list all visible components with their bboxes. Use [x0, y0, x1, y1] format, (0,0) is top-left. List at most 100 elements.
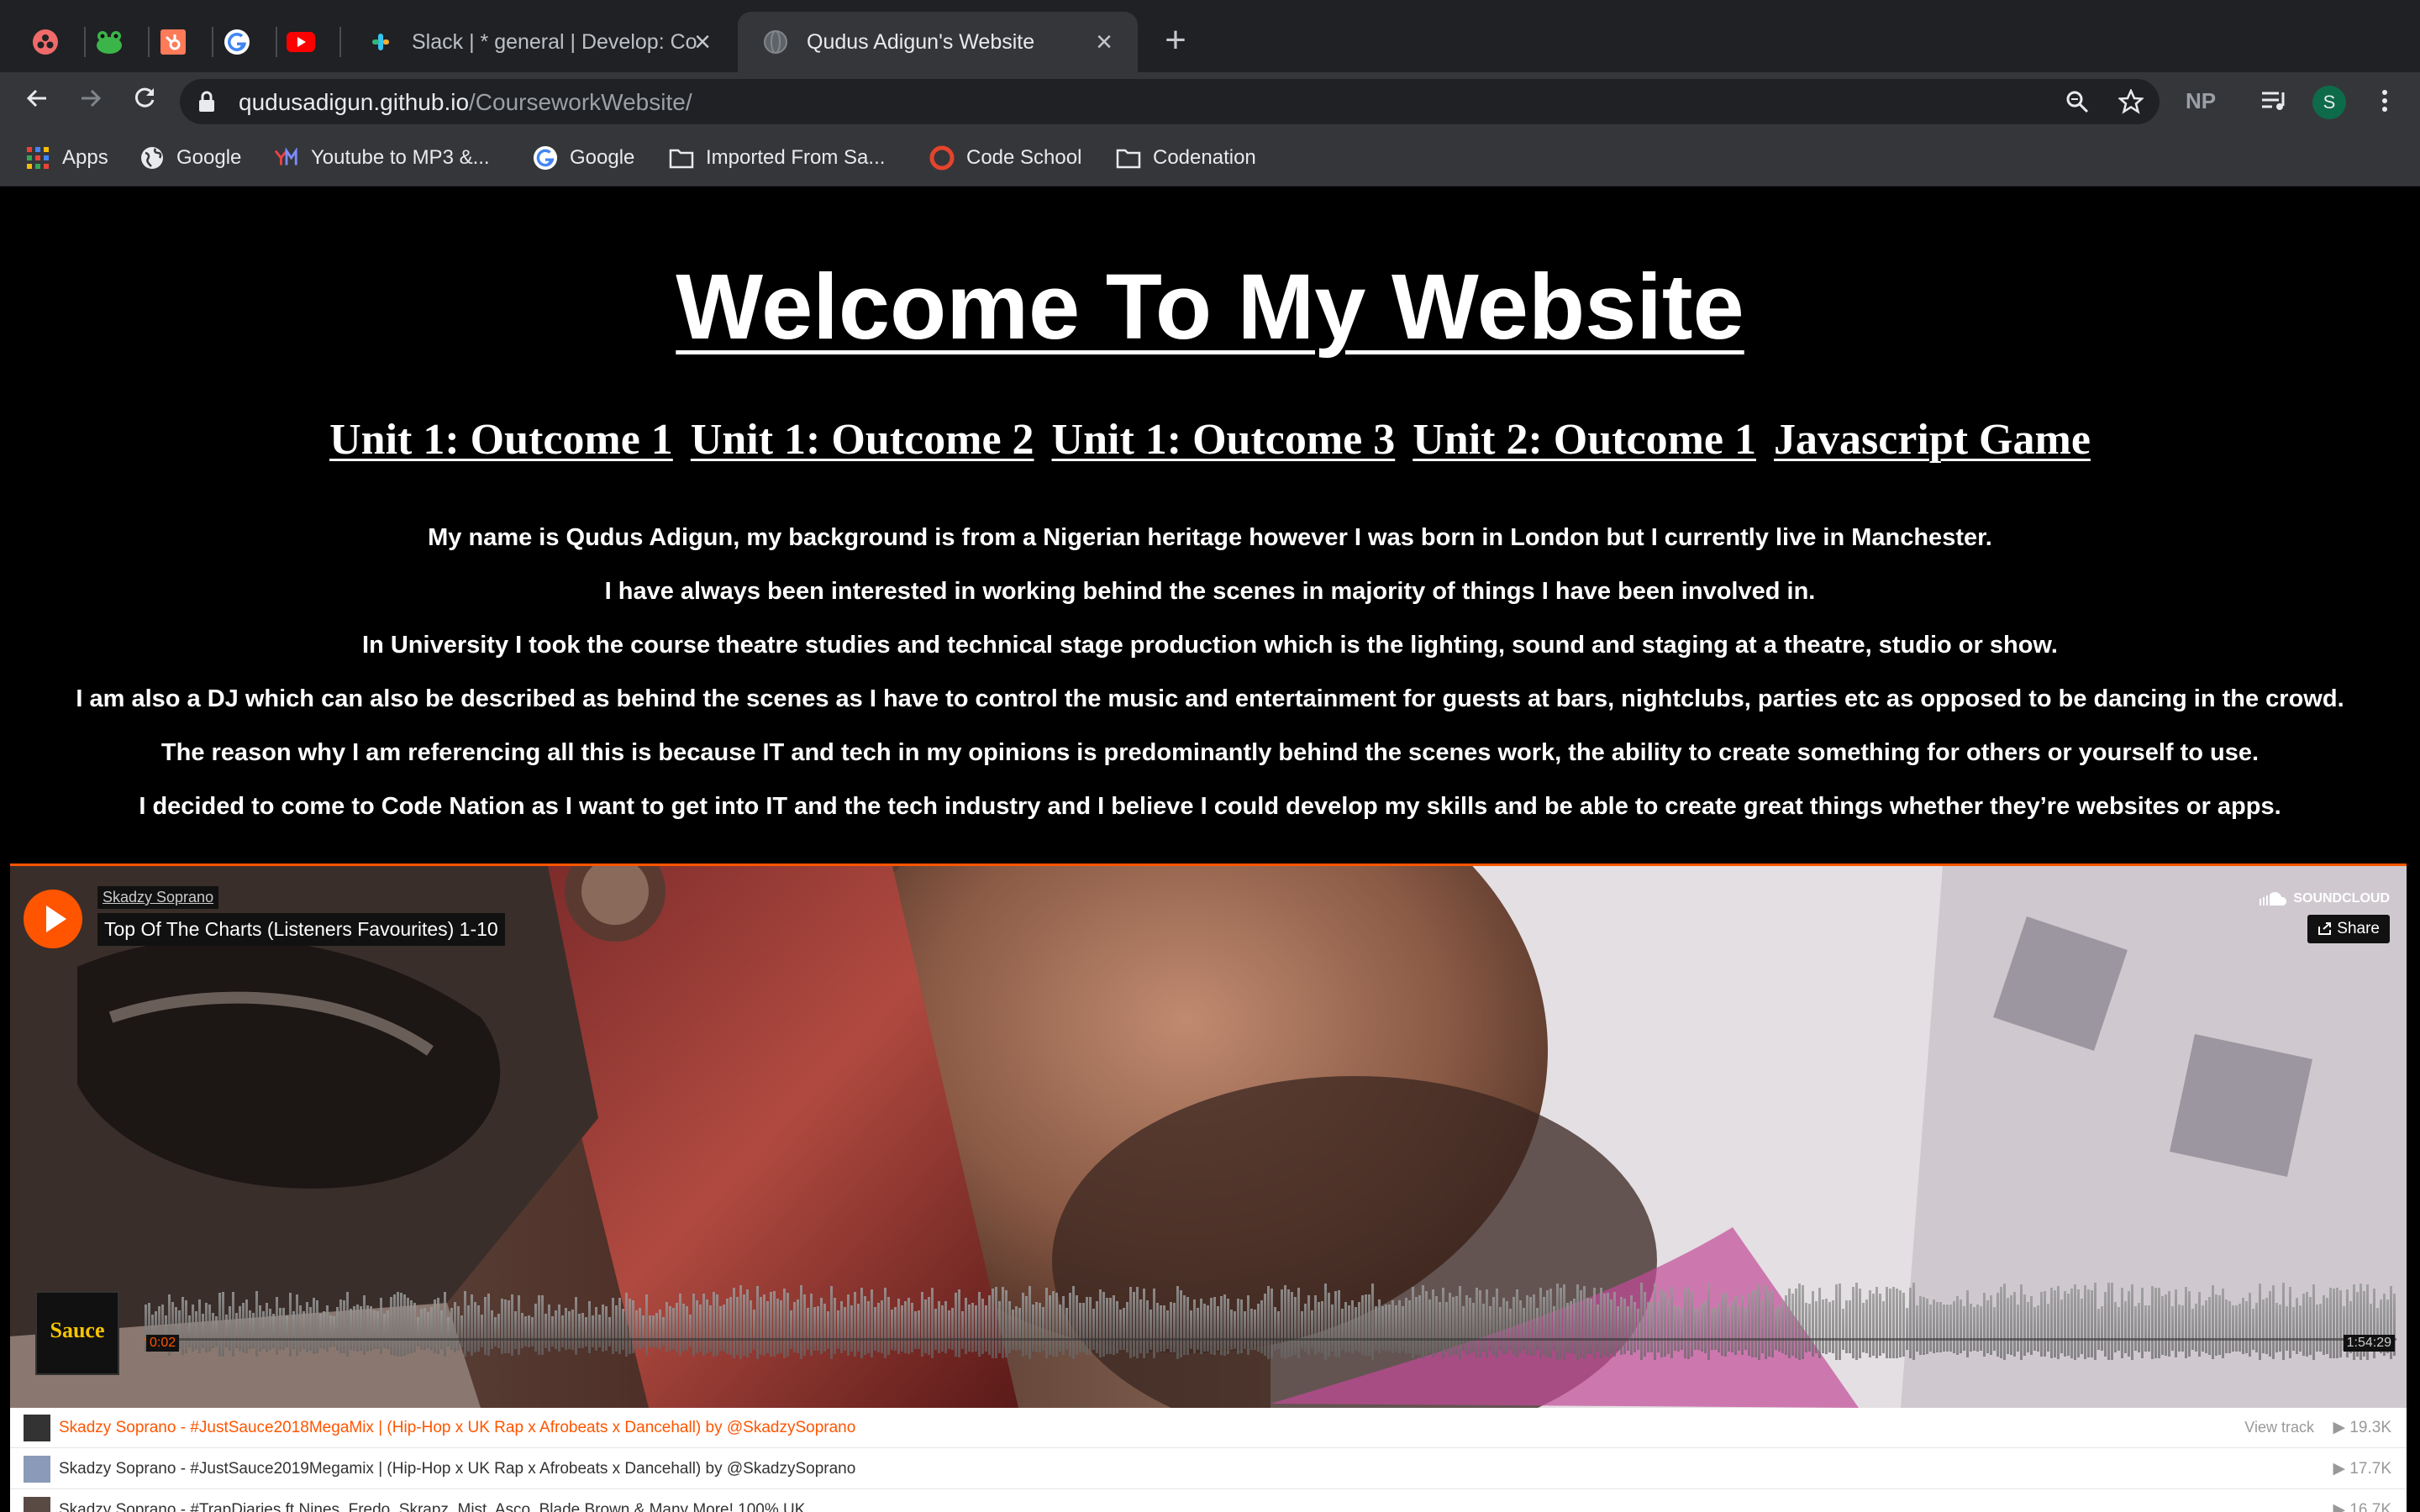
zoom-icon[interactable]: [2062, 87, 2092, 117]
track-artwork: Skadzy Soprano Top Of The Charts (Listen…: [10, 866, 2407, 1408]
pinned-tab-hubspot[interactable]: [153, 22, 193, 62]
waveform-bar: [649, 1315, 651, 1347]
bookmark-youtube-mp3[interactable]: Youtube to MP3 &...: [274, 141, 490, 175]
tab-slack[interactable]: Slack | * general | Develop: Code ×: [343, 12, 736, 72]
soundcloud-icon: [2260, 891, 2287, 906]
waveform-bar: [1270, 1289, 1273, 1358]
waveform-bar: [440, 1310, 443, 1349]
waveform-bar: [1361, 1295, 1364, 1355]
waveform-bar: [622, 1309, 624, 1350]
waveform-bar: [2202, 1305, 2204, 1352]
waveform-bar: [1170, 1302, 1172, 1352]
waveform-bar: [279, 1308, 281, 1350]
close-tab-icon[interactable]: ×: [1089, 27, 1119, 57]
waveform-bar: [2205, 1300, 2207, 1353]
waveform-bar: [353, 1306, 355, 1351]
waveform-bar: [198, 1299, 201, 1353]
waveform-bar: [1765, 1285, 1767, 1359]
waveform-bar: [1667, 1299, 1670, 1354]
playlist-row[interactable]: Skadzy Soprano - #JustSauce2019Megamix |…: [10, 1449, 2407, 1489]
waveform-bar: [1607, 1293, 1609, 1357]
waveform-bar: [1560, 1288, 1562, 1358]
bookmark-google-1[interactable]: Google: [139, 141, 241, 175]
pinned-tab-google[interactable]: [217, 22, 257, 62]
waveform-bar: [2282, 1283, 2285, 1360]
waveform-bar: [242, 1303, 245, 1352]
kebab-menu-icon[interactable]: [2368, 82, 2402, 119]
waveform-bar: [1654, 1284, 1656, 1360]
back-button[interactable]: [17, 81, 57, 121]
waveform-bar: [501, 1299, 503, 1354]
bookmark-apps[interactable]: Apps: [25, 141, 108, 175]
nav-link-unit2-outcome1[interactable]: Unit 2: Outcome 1: [1413, 416, 1756, 464]
bookmark-folder-imported[interactable]: Imported From Sa...: [669, 141, 885, 175]
waveform-bar: [1889, 1289, 1891, 1358]
waveform-bar: [1069, 1293, 1071, 1357]
waveform-bar: [195, 1311, 197, 1349]
waveform-bar: [1469, 1298, 1471, 1354]
reload-button[interactable]: [124, 81, 165, 121]
waveform-bar: [2272, 1285, 2275, 1359]
waveform-bar: [2067, 1294, 2070, 1356]
tab-qudus-website[interactable]: Qudus Adigun's Website ×: [738, 12, 1138, 72]
pinned-tab-youtube[interactable]: [281, 22, 321, 62]
waveform-bar: [2225, 1299, 2228, 1353]
nav-link-unit1-outcome1[interactable]: Unit 1: Outcome 1: [329, 416, 673, 464]
waveform-bar: [1536, 1308, 1539, 1350]
waveform-bar: [921, 1292, 923, 1357]
waveform-bar: [289, 1293, 292, 1357]
media-control-icon[interactable]: [2255, 82, 2292, 119]
waveform-bar: [212, 1313, 214, 1348]
reload-icon: [134, 87, 155, 108]
nav-link-unit1-outcome2[interactable]: Unit 1: Outcome 2: [691, 416, 1034, 464]
waveform-bar: [2296, 1298, 2298, 1354]
bookmark-star-icon[interactable]: [2116, 87, 2146, 117]
share-button[interactable]: Share: [2307, 915, 2390, 943]
profile-avatar[interactable]: S: [2312, 86, 2346, 119]
artist-link[interactable]: Skadzy Soprano: [97, 886, 219, 909]
waveform-bar: [430, 1307, 433, 1351]
play-button[interactable]: [24, 890, 82, 948]
close-tab-icon[interactable]: ×: [687, 27, 718, 57]
view-track-link[interactable]: View track: [2244, 1419, 2314, 1436]
nav-link-unit1-outcome3[interactable]: Unit 1: Outcome 3: [1052, 416, 1396, 464]
waveform-bar: [2286, 1306, 2288, 1351]
pinned-tab-asana[interactable]: [25, 22, 66, 62]
waveform-bar: [1176, 1286, 1179, 1359]
waveform-bar: [1862, 1303, 1865, 1352]
playlist-row[interactable]: Skadzy Soprano - #TrapDiaries ft Nines, …: [10, 1490, 2407, 1512]
nav-link-javascript-game[interactable]: Javascript Game: [1774, 416, 2091, 464]
waveform-bar: [336, 1307, 339, 1351]
forward-button[interactable]: [71, 81, 111, 121]
waveform-bar: [1274, 1307, 1276, 1351]
waveform-bar: [1318, 1302, 1320, 1352]
address-bar[interactable]: qudusadigun.github.io/CourseworkWebsite/: [180, 79, 2160, 124]
waveform-bar: [350, 1309, 352, 1350]
waveform[interactable]: [145, 1278, 2396, 1378]
waveform-bar: [1647, 1302, 1649, 1352]
waveform-bar: [2326, 1298, 2328, 1354]
new-tab-button[interactable]: +: [1155, 20, 1196, 60]
bookmark-google-2[interactable]: Google: [533, 141, 634, 175]
waveform-bar: [1358, 1302, 1360, 1352]
hubspot-icon: [160, 29, 186, 55]
soundcloud-logo[interactable]: SOUNDCLOUD: [2258, 891, 2390, 906]
waveform-bar: [2259, 1284, 2261, 1360]
playlist-row[interactable]: Skadzy Soprano - #JustSauce2018MegaMix |…: [10, 1408, 2407, 1448]
bookmark-folder-codenation[interactable]: Codenation: [1116, 141, 1256, 175]
waveform-bar: [2312, 1284, 2315, 1360]
pinned-tab-frog[interactable]: [89, 22, 129, 62]
track-title[interactable]: Top Of The Charts (Listeners Favourites)…: [97, 913, 505, 946]
waveform-bar: [1230, 1310, 1233, 1350]
folder-icon: [1116, 145, 1141, 171]
waveform-bar: [2000, 1287, 2002, 1358]
play-count-value: 19.3K: [2349, 1419, 2391, 1436]
waveform-bar: [323, 1311, 325, 1349]
waveform-bar: [1422, 1285, 1424, 1359]
extension-np[interactable]: NP: [2183, 82, 2218, 119]
waveform-bar: [1294, 1297, 1297, 1355]
bookmark-code-school[interactable]: Code School: [929, 141, 1081, 175]
waveform-bar: [1462, 1306, 1465, 1351]
waveform-bar: [1227, 1299, 1229, 1354]
waveform-bar: [1660, 1289, 1663, 1357]
